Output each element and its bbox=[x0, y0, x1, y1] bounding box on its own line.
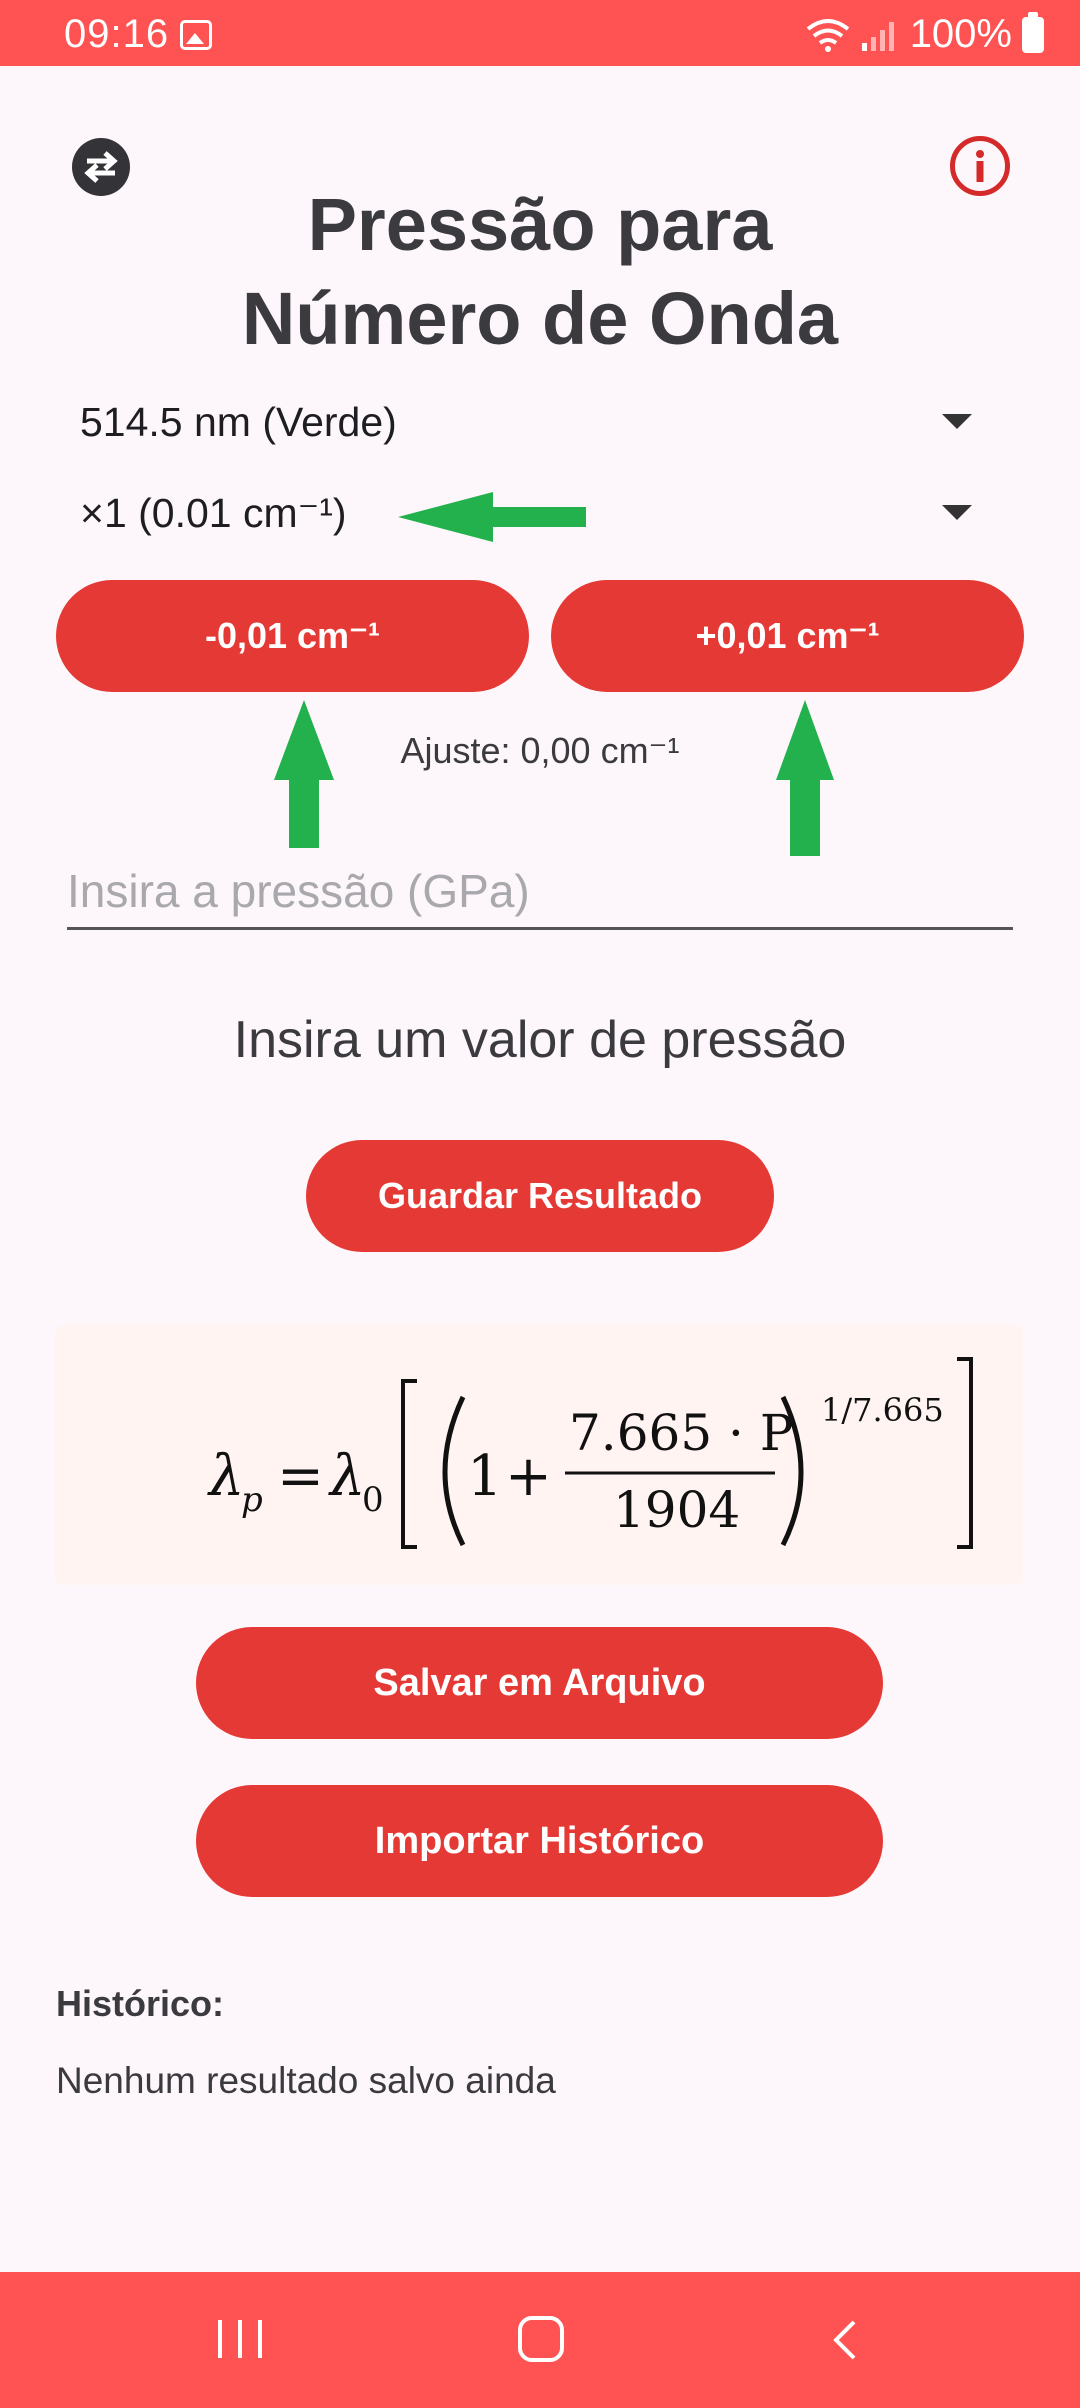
history-empty-text: Nenhum resultado salvo ainda bbox=[56, 2060, 556, 2101]
laser-dropdown[interactable]: 514.5 nm (Verde) bbox=[80, 387, 980, 457]
formula-exponent: 1/7.665 bbox=[821, 1391, 944, 1429]
svg-text:λ: λ bbox=[328, 1444, 366, 1509]
title-line-1: Pressão para bbox=[307, 183, 773, 266]
info-icon[interactable] bbox=[950, 136, 1010, 196]
dropdown-arrow-icon bbox=[942, 414, 972, 429]
recents-icon[interactable] bbox=[218, 2320, 262, 2358]
svg-text:p: p bbox=[241, 1480, 263, 1520]
dropdown-arrow-icon bbox=[942, 505, 972, 520]
svg-text:1: 1 bbox=[467, 1444, 503, 1509]
pressure-field[interactable] bbox=[67, 855, 1013, 930]
import-history-button[interactable]: Importar Histórico bbox=[196, 1785, 883, 1897]
svg-text:=: = bbox=[277, 1444, 324, 1509]
annotation-arrow-left-icon bbox=[398, 492, 586, 542]
save-file-button[interactable]: Salvar em Arquivo bbox=[196, 1627, 883, 1739]
svg-text:+: + bbox=[505, 1444, 552, 1509]
increment-button[interactable]: +0,01 cm⁻¹ bbox=[551, 580, 1024, 692]
swap-icon[interactable] bbox=[72, 138, 130, 196]
back-icon[interactable] bbox=[826, 2318, 866, 2362]
page-title: Pressão para Número de Onda bbox=[140, 178, 940, 366]
formula-box: λ p = λ 0 1 + 7.665 · P 1904 1/7.665 bbox=[55, 1325, 1023, 1585]
decrement-button[interactable]: -0,01 cm⁻¹ bbox=[56, 580, 529, 692]
annotation-arrow-up-icon bbox=[274, 700, 334, 848]
title-line-2: Número de Onda bbox=[241, 277, 839, 360]
svg-text:λ: λ bbox=[207, 1444, 245, 1509]
laser-dropdown-value: 514.5 nm (Verde) bbox=[80, 398, 397, 445]
annotation-arrow-up-icon bbox=[776, 700, 834, 856]
result-prompt: Insira um valor de pressão bbox=[233, 1011, 847, 1069]
battery-icon bbox=[1022, 11, 1044, 53]
formula-numerator: 7.665 · P bbox=[569, 1404, 793, 1462]
svg-text:0: 0 bbox=[362, 1480, 384, 1520]
navigation-bar bbox=[0, 2272, 1080, 2408]
step-dropdown-value: ×1 (0.01 cm⁻¹) bbox=[80, 490, 347, 536]
gallery-icon bbox=[180, 20, 212, 50]
history-title: Histórico: bbox=[56, 1983, 225, 2024]
status-bar: 09:16 100% bbox=[0, 0, 1080, 66]
adjust-value: Ajuste: 0,00 cm⁻¹ bbox=[400, 730, 680, 771]
signal-icon bbox=[861, 21, 894, 51]
home-icon[interactable] bbox=[518, 2316, 564, 2362]
status-time: 09:16 bbox=[64, 12, 170, 56]
formula-denominator: 1904 bbox=[613, 1481, 740, 1539]
battery-percent: 100% bbox=[909, 12, 1012, 56]
status-indicators: 100% bbox=[806, 11, 1044, 57]
wifi-icon bbox=[806, 18, 849, 52]
save-result-button[interactable]: Guardar Resultado bbox=[306, 1140, 774, 1252]
formula: λ p = λ 0 1 + 7.665 · P 1904 1/7.665 bbox=[207, 1357, 973, 1549]
pressure-input[interactable] bbox=[67, 855, 1013, 927]
